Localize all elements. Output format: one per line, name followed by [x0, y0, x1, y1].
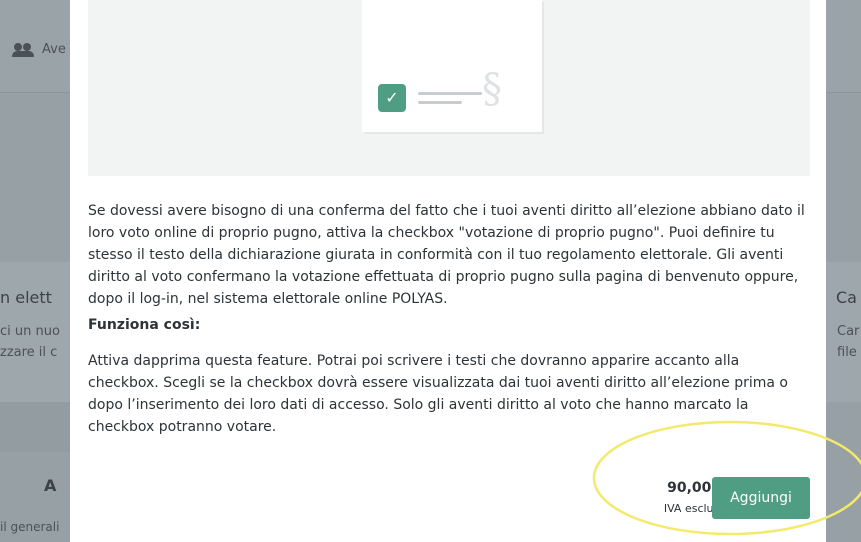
section-sign-icon: §	[482, 66, 502, 112]
text-line-icon	[418, 92, 482, 95]
background-right-text: file	[837, 345, 857, 360]
background-left-text: zzare il c	[0, 345, 58, 360]
background-bottom-text: il generali	[0, 520, 60, 534]
feature-modal: ✓ § Se dovessi avere bisogno di una conf…	[70, 0, 826, 542]
background-left-text: ci un nuo	[0, 324, 60, 339]
background-tab-label: Ave	[42, 42, 66, 57]
add-button[interactable]: Aggiungi	[712, 477, 810, 519]
checkbox-icon: ✓	[378, 84, 406, 112]
background-right-text: Car	[837, 324, 860, 339]
people-icon	[12, 42, 34, 57]
background-letter: A	[44, 476, 57, 495]
illustration-card: ✓ §	[362, 0, 542, 132]
feature-illustration: ✓ §	[88, 0, 810, 176]
background-tab: Ave	[12, 42, 66, 57]
feature-description: Se dovessi avere bisogno di una conferma…	[88, 203, 805, 307]
background-strip	[0, 402, 70, 452]
text-line-icon	[418, 101, 462, 104]
how-it-works-text: Attiva dapprima questa feature. Potrai p…	[88, 353, 788, 435]
background-right-title: Ca	[836, 288, 857, 307]
how-it-works-title: Funziona così:	[88, 317, 201, 333]
background-left-title: n elett	[0, 288, 52, 307]
